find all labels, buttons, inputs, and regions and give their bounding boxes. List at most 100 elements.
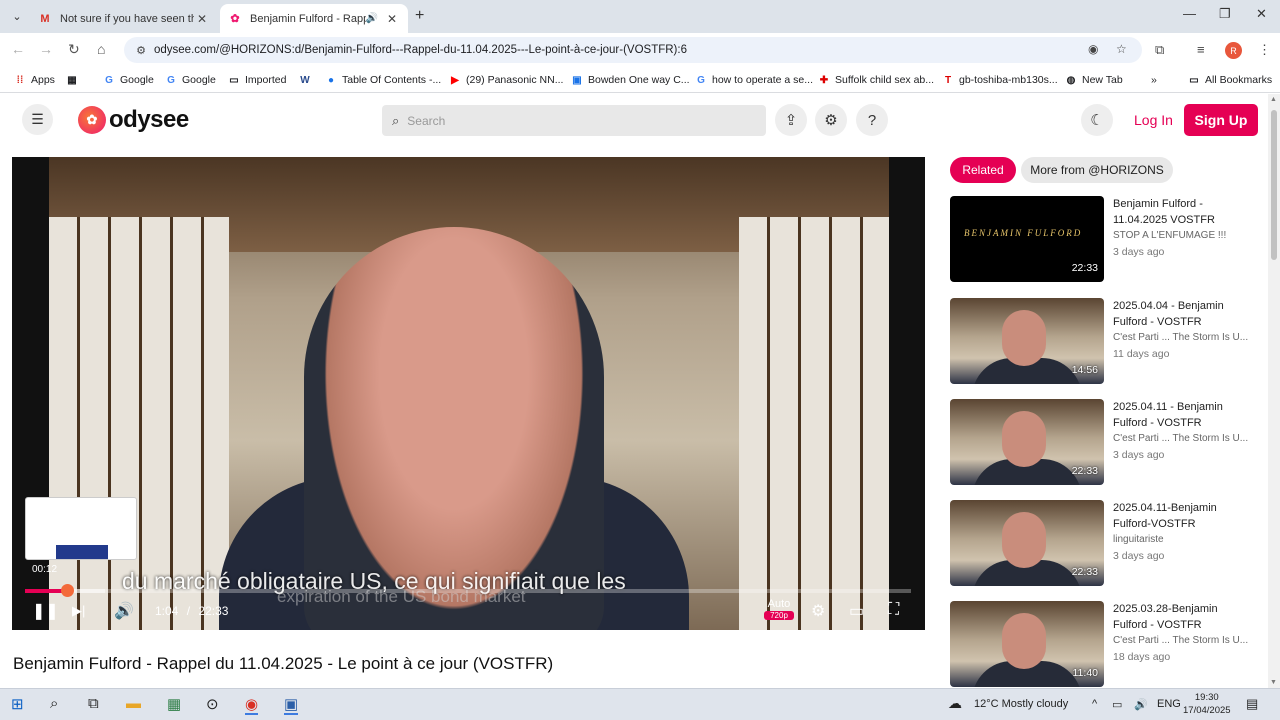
minimize-icon[interactable]: — [1183,6,1196,21]
back-icon[interactable]: ← [11,41,25,57]
forward-icon[interactable]: → [39,41,53,57]
close-window-icon[interactable]: ✕ [1256,6,1267,22]
related-title[interactable]: 2025.03.28-Benjamin Fulford - VOSTFR [1113,601,1253,633]
calculator-icon[interactable]: ▦ [167,695,181,713]
video-thumbnail[interactable]: 14:56 [950,298,1104,384]
file-explorer-icon[interactable]: ▬ [126,695,141,712]
volume-icon[interactable]: 🔊 [114,601,134,621]
pause-icon[interactable]: ❚❚ [32,601,59,621]
new-tab-icon[interactable]: + [415,7,424,25]
bookmark-suffolk[interactable]: ✚ Suffolk child sex ab... [818,72,934,88]
network-icon[interactable]: ▭ [1112,698,1122,711]
notifications-icon[interactable]: ▤ [1246,696,1258,712]
address-bar[interactable]: ⚙ odysee.com/@HORIZONS:d/Benjamin-Fulfor… [124,37,1142,63]
speaker-icon[interactable]: 🔊 [366,13,378,24]
profile-avatar[interactable]: R [1225,42,1242,59]
windows-start-icon[interactable]: ⊞ [11,695,24,713]
tray-overflow-icon[interactable]: ^ [1092,698,1097,710]
bookmark-panasonic[interactable]: ▶ (29) Panasonic NN... [449,72,563,88]
related-title[interactable]: 2025.04.04 - Benjamin Fulford - VOSTFR [1113,298,1253,330]
tracking-protection-icon[interactable]: ◉ [1088,42,1098,56]
system-clock[interactable]: 19:30 17/04/2025 [1183,691,1231,717]
bookmark-grid[interactable]: ▦ [66,72,83,88]
related-video[interactable]: 22:33 2025.04.11 - Benjamin Fulford - VO… [950,399,1255,487]
bookmark-how-to[interactable]: Ghow to operate a se... [695,72,813,88]
page-scrollbar[interactable]: ▲ ▼ [1268,94,1280,688]
related-title[interactable]: 2025.04.11-Benjamin Fulford-VOSTFR [1113,500,1253,532]
bookmark-toshiba[interactable]: Tgb-toshiba-mb130s... [942,72,1058,88]
restore-icon[interactable]: ❐ [1219,6,1231,22]
progress-bar[interactable] [25,584,911,597]
dark-mode-moon-icon[interactable]: ☾ [1081,104,1113,136]
login-link[interactable]: Log In [1134,112,1173,128]
screen: ⌄ M Not sure if you have seen this v ✕ ✿… [0,0,1280,720]
bookmark-table-of-contents[interactable]: ● Table Of Contents -... [325,72,441,88]
fullscreen-icon[interactable]: ⛶ [888,601,899,619]
player-settings-icon[interactable]: ⚙ [811,601,825,621]
video-thumbnail[interactable]: BENJAMIN FULFORD 22:33 [950,196,1104,282]
bookmark-google-2[interactable]: G Google [165,72,216,88]
reload-icon[interactable]: ↻ [68,41,80,58]
chip-more-from-channel[interactable]: More from @HORIZONS [1021,157,1173,183]
bookmark-bowden[interactable]: ▣ Bowden One way C... [571,72,689,88]
search-bar[interactable]: ⌕ [382,105,766,136]
bookmark-w[interactable]: W [299,72,316,88]
related-video[interactable]: 22:33 2025.04.11-Benjamin Fulford-VOSTFR… [950,500,1255,588]
hamburger-menu-icon[interactable]: ☰ [22,104,53,135]
settings-gear-icon[interactable]: ⚙ [815,104,847,136]
chip-related[interactable]: Related [950,157,1016,183]
scroll-down-icon[interactable]: ▼ [1270,679,1277,686]
related-channel[interactable]: linguitariste [1113,534,1253,545]
search-icon[interactable]: ⌕ [50,695,58,712]
related-video[interactable]: BENJAMIN FULFORD 22:33 Benjamin Fulford … [950,196,1255,284]
signup-button[interactable]: Sign Up [1184,104,1258,136]
media-controls-icon[interactable]: ≡ [1197,42,1205,57]
task-view-icon[interactable]: ⧉ [88,695,99,712]
related-title[interactable]: 2025.04.11 - Benjamin Fulford - VOSTFR [1113,399,1253,431]
volume-tray-icon[interactable]: 🔊 [1134,698,1148,711]
video-thumbnail[interactable]: 22:33 [950,399,1104,485]
weather-icon[interactable]: ☁ [948,695,962,712]
scrollbar-thumb[interactable] [1271,110,1277,260]
search-input[interactable] [407,113,728,128]
language-indicator[interactable]: ENG [1157,698,1181,710]
tab-odysee[interactable]: ✿ Benjamin Fulford - Rappel c 🔊 ✕ [220,4,408,33]
chrome-icon[interactable]: ◉ [245,695,259,715]
bookmarks-overflow-icon[interactable]: » [1151,72,1157,88]
next-icon[interactable]: ▶| [72,603,85,619]
video-thumbnail[interactable]: 22:33 [950,500,1104,586]
related-title[interactable]: Benjamin Fulford - 11.04.2025 VOSTFR [1113,196,1253,228]
extensions-icon[interactable]: ⧉ [1155,42,1164,58]
bookmark-google-1[interactable]: G Google [103,72,154,88]
app-window-icon[interactable]: ▣ [284,695,299,715]
video-thumbnail[interactable]: 11:40 [950,601,1104,687]
close-tab-icon[interactable]: ✕ [384,12,400,26]
upload-icon[interactable]: ⇪ [775,104,807,136]
related-video[interactable]: 14:56 2025.04.04 - Benjamin Fulford - VO… [950,298,1255,386]
quality-selector[interactable]: Auto 720p [764,598,794,620]
bookmark-apps[interactable]: ⁞⁞ Apps [14,72,55,88]
scroll-up-icon[interactable]: ▲ [1270,96,1277,103]
all-bookmarks[interactable]: ▭ All Bookmarks [1188,72,1272,88]
tab-gmail[interactable]: M Not sure if you have seen this v ✕ [30,4,218,33]
odysee-logo[interactable]: ✿ odysee [78,106,189,134]
bookmark-star-icon[interactable]: ☆ [1116,42,1127,56]
progress-handle[interactable] [60,584,74,597]
bookmark-imported[interactable]: ▭ Imported [228,72,286,88]
site-info-icon[interactable]: ⚙ [130,44,152,57]
more-menu-icon[interactable]: ⋮ [1258,42,1271,58]
video-player[interactable]: du marché obligataire US, ce qui signifi… [12,157,925,630]
related-channel[interactable]: STOP A L'ENFUMAGE !!! [1113,230,1253,241]
weather-text[interactable]: 12°C Mostly cloudy [974,698,1068,710]
tab-search-chevron-icon[interactable]: ⌄ [6,5,28,27]
related-channel[interactable]: C'est Parti ... The Storm Is U... [1113,433,1253,444]
home-icon[interactable]: ⌂ [97,41,105,57]
help-icon[interactable]: ? [856,104,888,136]
close-tab-icon[interactable]: ✕ [194,12,210,26]
related-video[interactable]: 11:40 2025.03.28-Benjamin Fulford - VOST… [950,601,1255,688]
app-icon[interactable]: ⊙ [206,695,219,713]
related-channel[interactable]: C'est Parti ... The Storm Is U... [1113,635,1253,646]
related-channel[interactable]: C'est Parti ... The Storm Is U... [1113,332,1253,343]
theater-mode-icon[interactable]: ▭ [849,601,864,621]
bookmark-new-tab[interactable]: ◍ New Tab [1065,72,1123,88]
